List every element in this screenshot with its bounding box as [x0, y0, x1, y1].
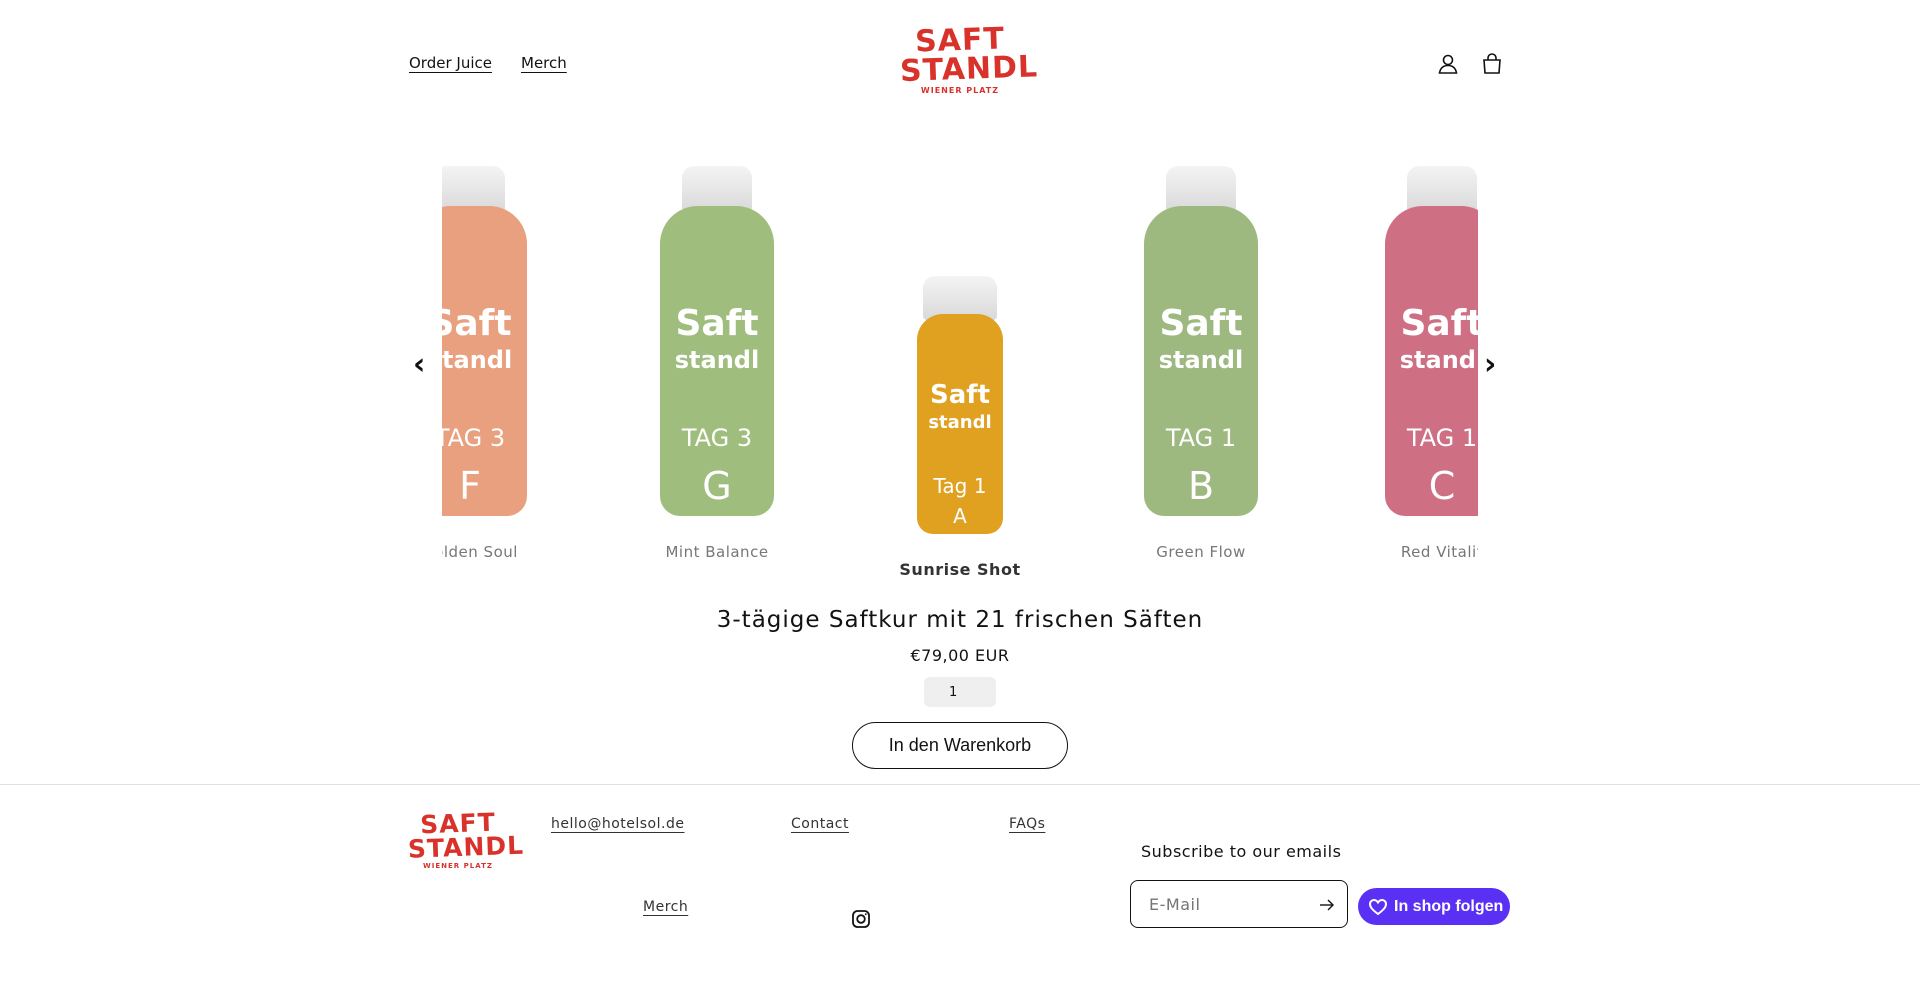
carousel-item-mint-balance[interactable]: Saft standl TAG 3 G Mint Balance	[627, 166, 807, 561]
carousel-item-golden-soul[interactable]: Saft standl TAG 3 F Golden Soul	[442, 166, 560, 561]
bottle-image: Saft standl TAG 1 C	[1352, 166, 1478, 528]
bottle-tag: TAG 1	[1165, 424, 1237, 452]
bottle-image: Saft standl TAG 3 G	[627, 166, 807, 528]
carousel-prev-button[interactable]: ‹	[413, 350, 425, 380]
nav-merch[interactable]: Merch	[521, 54, 567, 72]
bottle-tag: TAG 3	[681, 424, 753, 452]
footer-email-link[interactable]: hello@hotelsol.de	[551, 816, 684, 832]
account-icon[interactable]	[1434, 50, 1462, 78]
carousel-item-label: Mint Balance	[665, 543, 769, 561]
bottle-body: Saft standl TAG 3 G	[660, 206, 774, 516]
bottle-brand-sub: standl	[442, 346, 513, 374]
footer-logo[interactable]: SAFT STANDL WIENER PLATZ	[407, 808, 525, 876]
carousel-item-label: Red Vitalit	[1400, 543, 1478, 561]
bottle-brand-sub: standl	[928, 412, 992, 433]
site-header: Order Juice Merch SAFT STANDL WIENER PLA…	[0, 0, 1920, 130]
footer-merch-link[interactable]: Merch	[643, 899, 688, 915]
bottle-tag: TAG 1	[1406, 424, 1478, 452]
heart-icon	[1368, 898, 1388, 916]
bottle-brand-sub: standl	[674, 346, 760, 374]
bottle-body: Saft standl TAG 3 F	[442, 206, 527, 516]
bottle-letter: F	[459, 464, 481, 508]
logo-line2: STANDL	[899, 49, 1039, 90]
shop-follow-button[interactable]: In shop folgen	[1358, 888, 1510, 925]
bottle-letter: C	[1428, 464, 1456, 508]
bottle-brand-sub: standl	[1399, 346, 1478, 374]
nav-order-juice[interactable]: Order Juice	[409, 54, 492, 72]
header-logo[interactable]: SAFT STANDL WIENER PLATZ	[899, 21, 1039, 104]
bottle-brand-sub: standl	[1158, 346, 1244, 374]
bottle-brand: Saft	[1400, 303, 1478, 344]
subscribe-title: Subscribe to our emails	[1141, 842, 1342, 861]
bottle-tag: Tag 1	[933, 474, 987, 498]
carousel-track: Saft standl TAG 3 F Golden Soul Saft sta…	[442, 150, 1478, 590]
bottle-body: Saft standl TAG 1 B	[1144, 206, 1258, 516]
carousel-item-red-vitality[interactable]: Saft standl TAG 1 C Red Vitalit	[1352, 166, 1478, 561]
product-title: 3-tägige Saftkur mit 21 frischen Säften	[716, 607, 1204, 633]
footer-logo-line2: STANDL	[407, 830, 525, 864]
add-to-cart-button[interactable]: In den Warenkorb	[852, 722, 1068, 769]
bottle-body: Saft standl Tag 1 A	[917, 314, 1003, 534]
product-price: €79,00 EUR	[910, 646, 1010, 665]
carousel-item-label: Golden Soul	[442, 543, 518, 561]
newsletter-email-input[interactable]	[1149, 893, 1309, 915]
newsletter-form	[1130, 880, 1348, 928]
bottle-letter: B	[1187, 464, 1215, 508]
carousel-next-button[interactable]: ›	[1484, 350, 1496, 380]
quantity-input[interactable]	[924, 677, 996, 707]
bottle-tag: TAG 3	[442, 424, 506, 452]
footer-faqs-link[interactable]: FAQs	[1009, 816, 1045, 832]
arrow-right-icon[interactable]	[1317, 895, 1337, 915]
selected-item-label: Sunrise Shot	[899, 560, 1021, 579]
bottle-brand: Saft	[929, 380, 990, 410]
carousel-item-sunrise-shot[interactable]: Saft standl Tag 1 A Sunrise Shot	[870, 264, 1050, 579]
shop-follow-label: In shop folgen	[1394, 898, 1504, 915]
bottle-body: Saft standl TAG 1 C	[1385, 206, 1478, 516]
carousel-item-green-flow[interactable]: Saft standl TAG 1 B Green Flow	[1111, 166, 1291, 561]
carousel-item-label: Green Flow	[1156, 543, 1246, 561]
bottle-brand: Saft	[442, 303, 512, 344]
footer-contact-link[interactable]: Contact	[791, 816, 849, 832]
bottle-letter: G	[702, 464, 732, 508]
bottle-image: Saft standl TAG 1 B	[1111, 166, 1291, 528]
bottle-image: Saft standl Tag 1 A	[870, 264, 1050, 542]
cart-icon[interactable]	[1478, 50, 1506, 78]
footer-divider	[0, 784, 1920, 785]
instagram-icon[interactable]	[851, 909, 871, 929]
product-carousel: ‹ Saft standl TAG 3 F Golden Soul Saft s…	[0, 150, 1920, 590]
bottle-image: Saft standl TAG 3 F	[442, 166, 560, 528]
bottle-letter: A	[953, 504, 967, 528]
bottle-brand: Saft	[675, 303, 759, 344]
bottle-brand: Saft	[1159, 303, 1243, 344]
